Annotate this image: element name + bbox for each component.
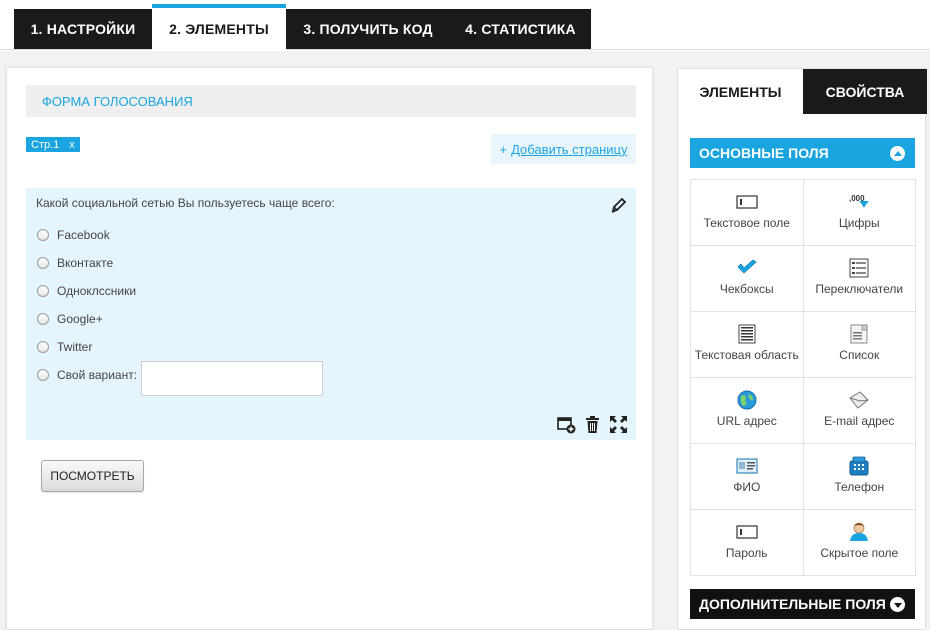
page-chip-label: Стр.1 (31, 138, 60, 151)
other-option-label: Свой вариант: (57, 368, 138, 382)
field-url[interactable]: URL адрес (691, 378, 804, 444)
collapse-icon[interactable] (890, 146, 905, 161)
field-radios[interactable]: Переключатели (803, 246, 916, 312)
field-label: ФИО (733, 480, 761, 494)
other-answer-input[interactable] (141, 361, 323, 396)
radio-option[interactable]: Одноклссники (37, 282, 136, 300)
option-label: Facebook (57, 228, 110, 242)
form-title[interactable]: ФОРМА ГОЛОСОВАНИЯ (42, 94, 193, 109)
radio-option[interactable]: Вконтакте (37, 254, 113, 272)
tab-elements[interactable]: 2. ЭЛЕМЕНТЫ (152, 4, 286, 50)
plus-icon: + (499, 141, 508, 157)
field-hidden[interactable]: Скрытое поле (803, 510, 916, 576)
field-label: Текстовое поле (703, 216, 790, 230)
expand-section-icon[interactable] (890, 597, 905, 612)
globe-icon (737, 390, 757, 410)
basic-fields-header[interactable]: ОСНОВНЫЕ ПОЛЯ (690, 138, 915, 168)
radio-list-icon (849, 258, 869, 278)
basic-fields-title: ОСНОВНЫЕ ПОЛЯ (699, 145, 829, 161)
radio-button[interactable] (37, 285, 49, 297)
radio-button[interactable] (37, 313, 49, 325)
option-label: Google+ (57, 312, 103, 326)
question-block[interactable]: Какой социальной сетью Вы пользуетесь ча… (26, 188, 636, 440)
field-fullname[interactable]: ФИО (691, 444, 804, 510)
question-toolbar (557, 415, 628, 434)
elements-palette-panel: ЭЛЕМЕНТЫ СВОЙСТВА ОСНОВНЫЕ ПОЛЯ Текстово… (677, 68, 927, 630)
hidden-user-icon (850, 522, 869, 541)
field-label: E-mail адрес (824, 414, 895, 428)
field-list[interactable]: Список (803, 312, 916, 378)
field-checkboxes[interactable]: Чекбоксы (691, 246, 804, 312)
field-label: Цифры (838, 216, 880, 230)
radio-option[interactable]: Facebook (37, 226, 110, 244)
radio-option[interactable]: Twitter (37, 338, 92, 356)
option-label: Одноклссники (57, 284, 137, 298)
field-label: Текстовая область (694, 348, 799, 362)
field-email[interactable]: E-mail адрес (803, 378, 916, 444)
extra-fields-header[interactable]: ДОПОЛНИТЕЛЬНЫЕ ПОЛЯ (690, 589, 915, 619)
phone-icon (849, 456, 869, 476)
field-label: URL адрес (716, 414, 777, 428)
field-types-grid: Текстовое поле ,000 Цифры Чекбоксы Перек… (690, 179, 916, 576)
list-icon (850, 324, 868, 344)
radio-option[interactable]: Google+ (37, 310, 103, 328)
top-tab-bar: 1. НАСТРОЙКИ 2. ЭЛЕМЕНТЫ 3. ПОЛУЧИТЬ КОД… (0, 0, 930, 50)
expand-icon[interactable] (609, 415, 628, 434)
radio-option-other[interactable]: Свой вариант: (37, 366, 137, 384)
tab-get-code[interactable]: 3. ПОЛУЧИТЬ КОД (286, 9, 450, 49)
option-label: Twitter (57, 340, 93, 354)
add-page-button[interactable]: + Добавить страницу (491, 134, 636, 164)
text-field-icon (736, 195, 758, 209)
field-numbers[interactable]: ,000 Цифры (803, 180, 916, 246)
field-label: Переключатели (815, 282, 904, 296)
radio-button[interactable] (37, 341, 49, 353)
password-icon (736, 525, 758, 539)
page-chip-close-icon[interactable]: x (69, 139, 75, 151)
page-chip[interactable]: Стр.1 x (26, 137, 80, 152)
id-card-icon (736, 458, 758, 474)
copy-add-icon[interactable] (557, 415, 576, 434)
pencil-edit-icon[interactable] (610, 196, 628, 214)
extra-fields-title: ДОПОЛНИТЕЛЬНЫЕ ПОЛЯ (699, 596, 886, 612)
field-label: Пароль (725, 546, 768, 560)
field-label: Список (839, 348, 880, 362)
option-label: Вконтакте (57, 256, 114, 270)
radio-button[interactable] (37, 257, 49, 269)
field-label: Телефон (834, 480, 885, 494)
field-password[interactable]: Пароль (691, 510, 804, 576)
checkbox-icon (737, 259, 757, 274)
numbers-icon: ,000 (849, 194, 869, 208)
form-title-bar: ФОРМА ГОЛОСОВАНИЯ (26, 85, 636, 117)
textarea-icon (738, 324, 756, 344)
tab-statistics[interactable]: 4. СТАТИСТИКА (450, 9, 591, 49)
trash-icon[interactable] (583, 415, 602, 434)
radio-button[interactable] (37, 369, 49, 381)
tab-settings[interactable]: 1. НАСТРОЙКИ (14, 9, 152, 49)
form-editor-panel: ФОРМА ГОЛОСОВАНИЯ Стр.1 x + Добавить стр… (6, 67, 653, 630)
tab-palette-elements[interactable]: ЭЛЕМЕНТЫ (678, 69, 803, 114)
radio-button[interactable] (37, 229, 49, 241)
tab-palette-properties[interactable]: СВОЙСТВА (803, 69, 927, 114)
preview-button[interactable]: ПОСМОТРЕТЬ (41, 460, 144, 492)
field-phone[interactable]: Телефон (803, 444, 916, 510)
field-label: Скрытое поле (820, 546, 899, 560)
add-page-link[interactable]: Добавить страницу (511, 142, 627, 157)
field-text[interactable]: Текстовое поле (691, 180, 804, 246)
envelope-icon (849, 391, 869, 409)
question-text: Какой социальной сетью Вы пользуетесь ча… (36, 196, 335, 210)
field-label: Чекбоксы (719, 282, 774, 296)
field-textarea[interactable]: Текстовая область (691, 312, 804, 378)
